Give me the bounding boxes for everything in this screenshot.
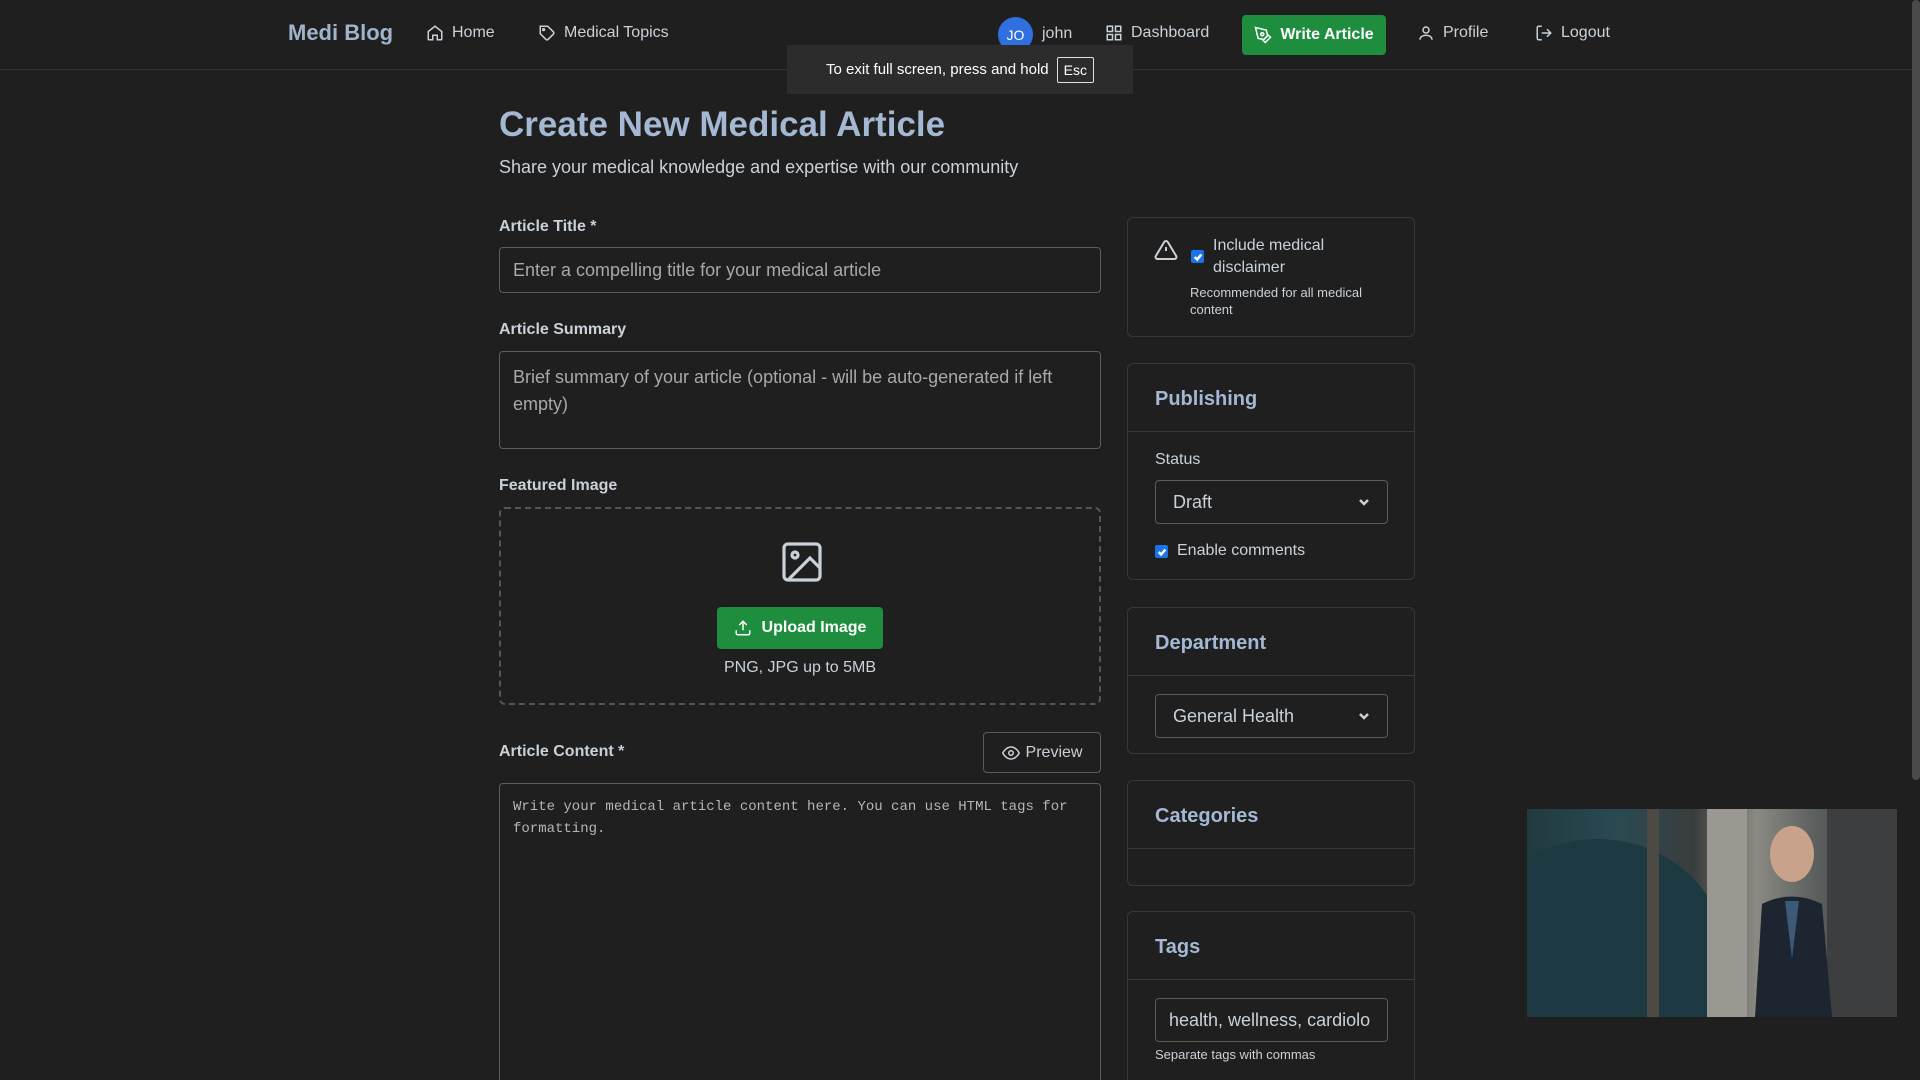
disclaimer-checkbox[interactable] [1191, 250, 1204, 263]
nav-dashboard-link[interactable]: Dashboard [1105, 24, 1209, 42]
username[interactable]: john [1042, 25, 1072, 43]
fullscreen-exit-toast: To exit full screen, press and hold Esc [787, 45, 1133, 94]
publishing-card: Publishing Status Draft Enable comments [1127, 363, 1415, 580]
article-content-label: Article Content * [499, 743, 625, 760]
chevron-down-icon [1359, 713, 1369, 720]
article-title-label: Article Title * [499, 218, 597, 235]
nav-logout-label: Logout [1561, 24, 1610, 41]
disclaimer-hint: Recommended for all medical content [1190, 285, 1362, 317]
nav-home-label: Home [452, 24, 495, 41]
publishing-divider [1128, 431, 1414, 432]
disclaimer-label: Include medical disclaimer [1213, 237, 1325, 276]
department-card: Department General Health [1127, 607, 1415, 754]
tags-divider [1128, 979, 1414, 980]
user-icon [1419, 26, 1433, 40]
esc-key-hint: Esc [1056, 56, 1094, 83]
article-content-textarea[interactable]: Write your medical article content here.… [499, 783, 1101, 1080]
page-subtitle: Share your medical knowledge and experti… [499, 157, 1019, 177]
tags-card: Tags health, wellness, cardiolo Separate… [1127, 911, 1415, 1080]
status-label: Status [1155, 451, 1201, 468]
enable-comments-label: Enable comments [1177, 542, 1306, 559]
logout-icon [1536, 25, 1552, 41]
check-icon [1157, 548, 1166, 556]
upload-icon [735, 620, 751, 636]
nav-logout-link[interactable]: Logout [1535, 24, 1610, 42]
write-article-button[interactable]: Write Article [1242, 15, 1386, 55]
eye-icon [1001, 745, 1020, 760]
nav-medical-topics-link[interactable]: Medical Topics [538, 24, 669, 42]
write-article-label: Write Article [1280, 26, 1374, 43]
department-select[interactable]: General Health [1155, 694, 1388, 738]
disclaimer-card: Include medical disclaimer Recommended f… [1127, 217, 1415, 337]
nav-dashboard-label: Dashboard [1131, 24, 1210, 41]
tags-title: Tags [1155, 936, 1201, 958]
nav-medical-topics-label: Medical Topics [564, 24, 669, 41]
upload-image-label: Upload Image [761, 619, 867, 636]
enable-comments-checkbox[interactable] [1155, 545, 1168, 558]
preview-label: Preview [1025, 743, 1083, 761]
article-title-input[interactable]: Enter a compelling title for your medica… [499, 247, 1101, 293]
status-select[interactable]: Draft [1155, 480, 1388, 524]
image-icon [782, 542, 822, 582]
fullscreen-toast-text: To exit full screen, press and hold [826, 61, 1049, 78]
upload-hint: PNG, JPG up to 5MB [723, 659, 877, 676]
nav-home-link[interactable]: Home [426, 24, 495, 42]
video-frame-image [1527, 809, 1897, 1017]
department-divider [1128, 675, 1414, 676]
brand-logo[interactable]: Medi Blog [288, 20, 393, 46]
categories-divider [1128, 848, 1414, 849]
categories-card: Categories [1127, 780, 1415, 886]
home-icon [427, 25, 443, 41]
upload-image-button[interactable]: Upload Image [717, 607, 883, 649]
image-dropzone[interactable]: Upload Image PNG, JPG up to 5MB [499, 507, 1101, 705]
tags-hint: Separate tags with commas [1155, 1047, 1316, 1062]
warning-icon [1154, 239, 1178, 260]
dashboard-icon [1106, 25, 1122, 41]
page-scrollbar[interactable] [1912, 0, 1920, 780]
featured-image-label: Featured Image [499, 477, 618, 494]
tag-icon [539, 25, 555, 41]
nav-profile-label: Profile [1443, 24, 1489, 41]
categories-title: Categories [1155, 805, 1259, 827]
check-icon [1193, 253, 1202, 261]
department-title: Department [1155, 632, 1267, 654]
article-summary-textarea[interactable]: Brief summary of your article (optional … [499, 351, 1101, 449]
department-select-value: General Health [1173, 705, 1295, 726]
status-select-value: Draft [1173, 491, 1213, 512]
preview-button[interactable]: Preview [983, 732, 1101, 773]
tags-input[interactable]: health, wellness, cardiolo [1155, 998, 1388, 1042]
chevron-down-icon [1359, 499, 1369, 506]
nav-profile-link[interactable]: Profile [1417, 24, 1488, 42]
pen-icon [1254, 26, 1272, 44]
article-summary-label: Article Summary [499, 321, 627, 338]
picture-in-picture-video[interactable] [1527, 809, 1897, 1017]
publishing-title: Publishing [1155, 388, 1258, 410]
page-title: Create New Medical Article [499, 105, 946, 144]
